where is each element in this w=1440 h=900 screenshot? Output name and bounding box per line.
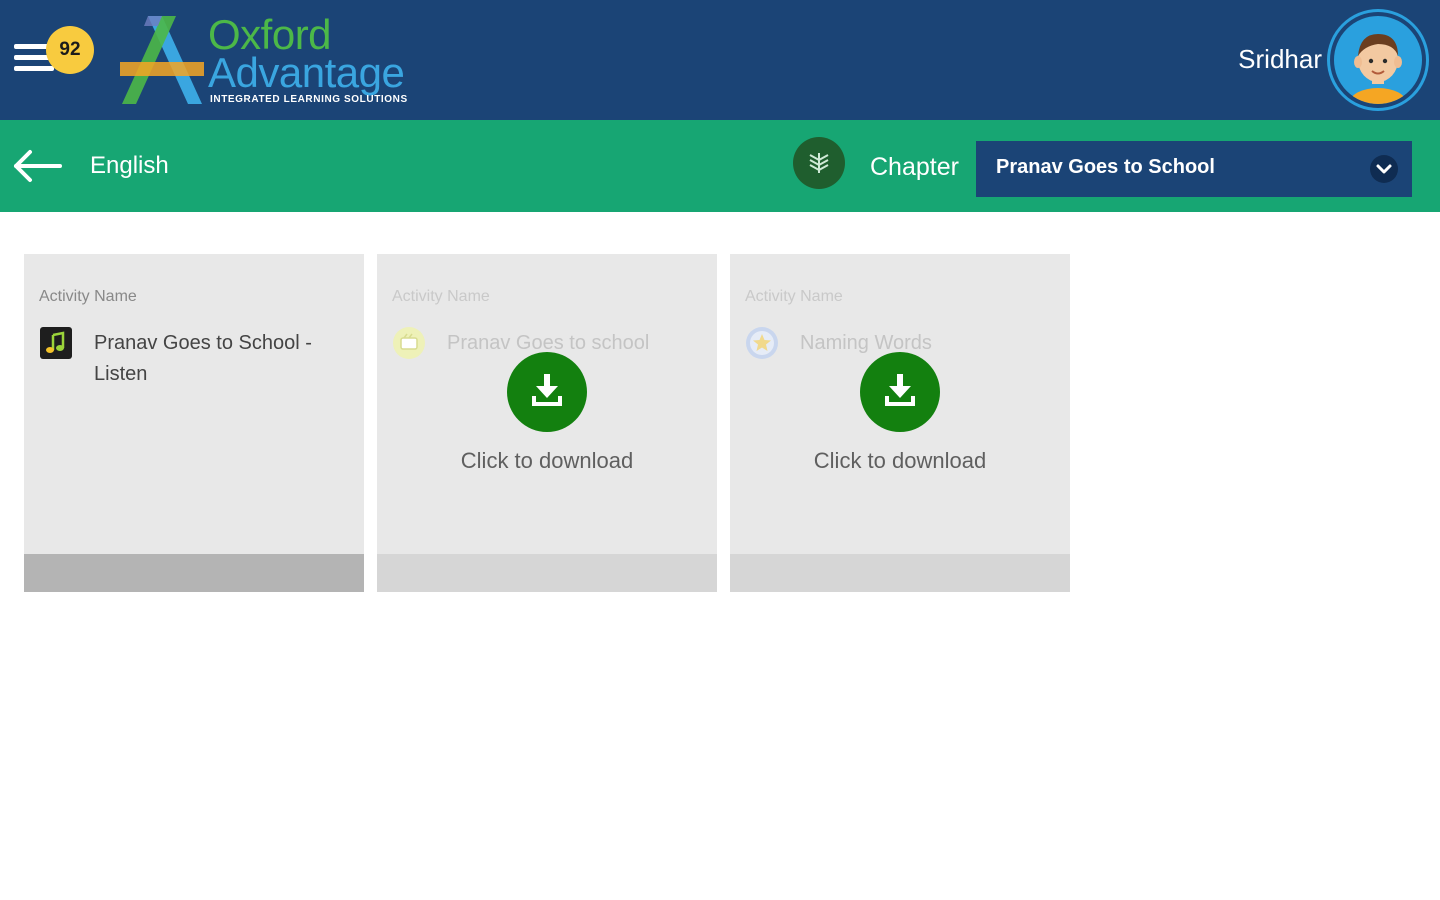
chapter-selected-value: Pranav Goes to School [996, 156, 1215, 178]
subject-bar: English Chapter Pranav Goes to School [0, 120, 1440, 212]
video-icon [392, 326, 426, 360]
notification-badge[interactable]: 92 [46, 26, 94, 74]
logo-tagline: INTEGRATED LEARNING SOLUTIONS [210, 94, 408, 105]
subject-title: English [90, 152, 169, 179]
activity-name-label: Activity Name [392, 288, 490, 305]
activity-card[interactable]: Activity Name Pranav Goes to school Clic… [377, 254, 717, 592]
boy-avatar-icon [1350, 34, 1406, 104]
logo-mark-icon [120, 16, 204, 104]
chevron-down-icon[interactable] [1370, 155, 1398, 183]
oxford-advantage-logo: Oxford Advantage INTEGRATED LEARNING SOL… [118, 12, 408, 112]
user-avatar[interactable] [1330, 12, 1426, 108]
star-badge-icon [745, 326, 779, 360]
top-header: 92 Oxford Advantage INTEGRATED LEARNING … [0, 0, 1440, 120]
back-arrow-icon[interactable] [12, 148, 64, 184]
music-note-icon [39, 326, 73, 360]
download-icon [532, 374, 562, 406]
activity-name-label: Activity Name [39, 288, 137, 305]
download-button[interactable] [507, 352, 587, 432]
card-footer [730, 554, 1070, 592]
activity-card[interactable]: Activity Name Naming Words Click to down… [730, 254, 1070, 592]
chapter-dropdown[interactable]: Pranav Goes to School [976, 141, 1412, 197]
card-footer [377, 554, 717, 592]
download-button[interactable] [860, 352, 940, 432]
card-footer [24, 554, 364, 592]
download-text[interactable]: Click to download [377, 448, 717, 474]
user-name: Sridhar [1238, 44, 1322, 74]
activity-name: Pranav Goes to School - Listen [94, 332, 312, 385]
download-icon [885, 374, 915, 406]
activity-name-label: Activity Name [745, 288, 843, 305]
chapter-book-icon [793, 137, 845, 189]
activity-card[interactable]: Activity Name Pranav Goes to School - Li… [24, 254, 364, 592]
download-text[interactable]: Click to download [730, 448, 1070, 474]
logo-text-advantage: Advantage [208, 49, 405, 96]
chapter-label: Chapter [870, 153, 959, 181]
